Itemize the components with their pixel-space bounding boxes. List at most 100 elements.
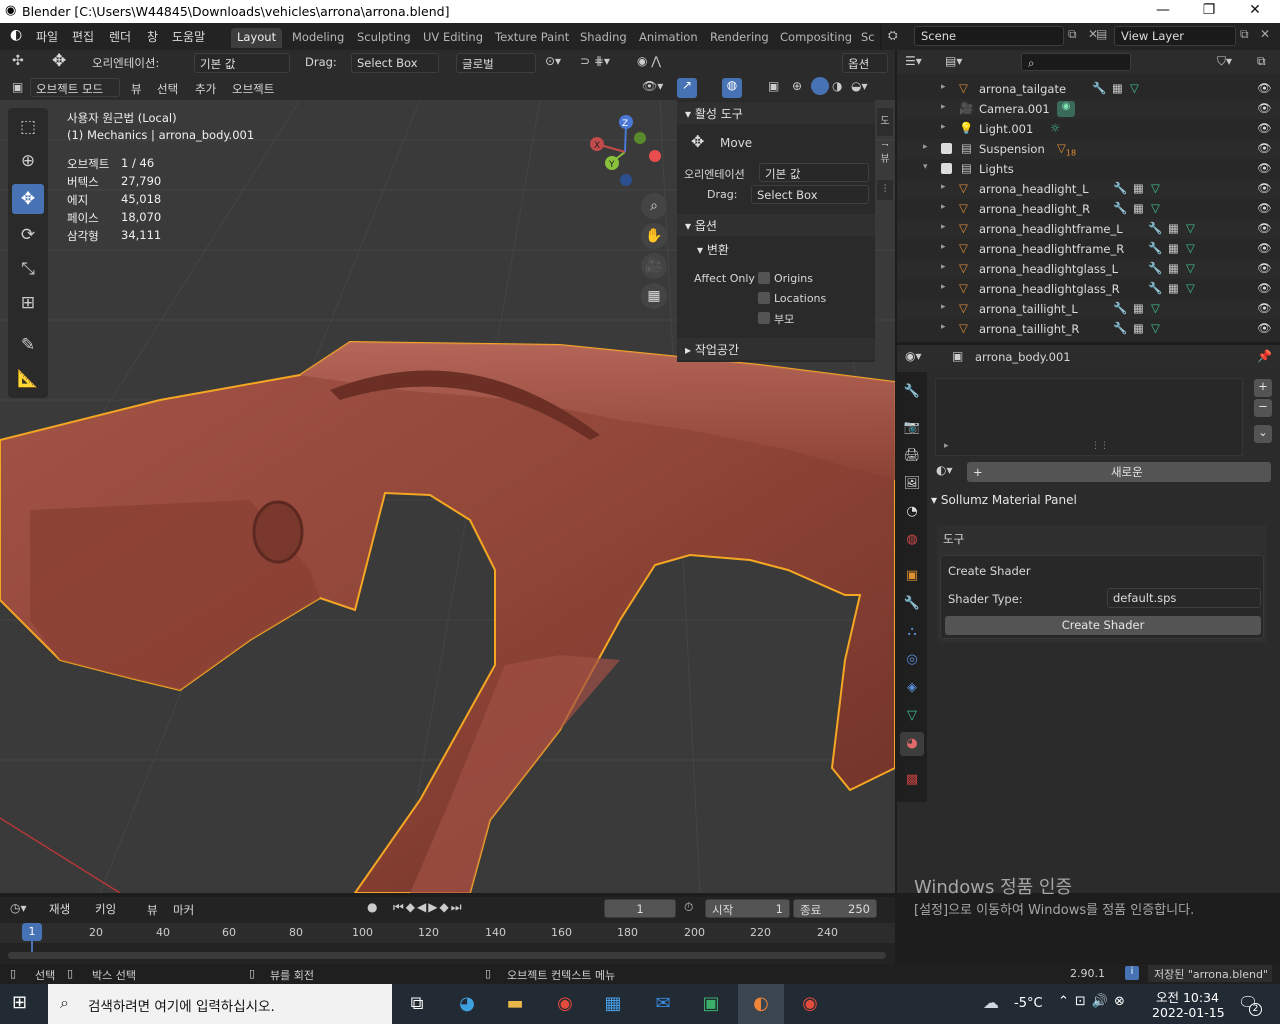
zoom-icon[interactable]: ⌕ — [641, 193, 667, 219]
tab-sculpting[interactable]: Sculpting — [351, 28, 417, 48]
orientation-dropdown[interactable]: 기본 값 — [759, 163, 869, 182]
taskbar-search[interactable]: ⌕ 검색하려면 여기에 입력하십시오. — [48, 984, 392, 1024]
particles-icon[interactable]: ⛬ — [900, 620, 924, 644]
outliner-item-name[interactable]: arrona_taillight_L — [979, 302, 1078, 316]
expand-icon[interactable]: ▸ — [941, 302, 946, 312]
overlay-toggle-icon[interactable]: ◍ — [722, 78, 742, 98]
close-button[interactable]: ✕ — [1240, 2, 1270, 18]
measure-icon[interactable]: 📐 — [12, 364, 44, 394]
timeline-ruler[interactable]: 1 20 40 60 80 100 120 140 160 180 200 22… — [0, 923, 895, 955]
transform-icon[interactable]: ⊞ — [12, 288, 44, 318]
task-view-icon[interactable]: ⧉ — [402, 990, 432, 1018]
scene-field[interactable]: Scene — [914, 26, 1064, 46]
add-slot-button[interactable]: + — [1254, 379, 1272, 397]
clock-time[interactable]: 오전 10:34 — [1156, 987, 1219, 1006]
properties-type-icon[interactable]: ◉▾ — [905, 349, 922, 363]
outliner-row[interactable]: ▸ ▽ arrona_headlightframe_L 🔧 ▦ ▽ 👁 — [897, 219, 1280, 239]
mesh-data-icon[interactable]: ▽ — [1151, 301, 1160, 315]
expand-icon[interactable]: ▸ — [941, 262, 946, 272]
outliner-row[interactable]: ▸ 💡 Light.001 ☼ 👁 — [897, 119, 1280, 139]
gizmo-neg-z-icon[interactable] — [620, 174, 632, 186]
options-dropdown[interactable]: 옵션 — [842, 53, 888, 73]
cursor-icon[interactable]: ⊕ — [12, 146, 44, 176]
app-icon[interactable]: ▣ — [696, 990, 726, 1018]
shading-wire-icon[interactable]: ⊕ — [792, 79, 802, 93]
tab-compositing[interactable]: Compositing — [774, 28, 858, 48]
outliner-item-name[interactable]: arrona_headlightglass_R — [979, 282, 1120, 296]
tray-icons[interactable]: ⌃⊡🔊⊗ — [1058, 994, 1131, 1009]
outliner-search-input[interactable]: ⌕ — [1021, 53, 1131, 71]
menu-edit[interactable]: 편집 — [72, 28, 94, 45]
visibility-eye-icon[interactable]: 👁 — [1257, 301, 1272, 315]
outliner-item-name[interactable]: arrona_tailgate — [979, 82, 1066, 96]
view-menu[interactable]: 뷰 — [147, 902, 158, 918]
visibility-eye-icon[interactable]: 👁 — [1257, 161, 1272, 175]
vertex-groups-icon[interactable]: ▦ — [1168, 261, 1179, 275]
shading-solid-icon[interactable] — [811, 77, 829, 95]
expand-icon[interactable]: ▸ — [941, 322, 946, 332]
outliner-item-name[interactable]: arrona_taillight_R — [979, 322, 1079, 336]
info-icon[interactable]: i — [1125, 966, 1139, 980]
display-mode-icon[interactable]: ▤▾ — [945, 54, 962, 68]
xray-icon[interactable]: ▣ — [768, 79, 779, 93]
visibility-icon[interactable]: 👁▾ — [642, 79, 663, 93]
outliner-row[interactable]: ▸ ▽ arrona_headlight_L 🔧 ▦ ▽ 👁 — [897, 179, 1280, 199]
object-props-icon[interactable]: ▣ — [900, 564, 924, 588]
remove-layer-icon[interactable]: ✕ — [1260, 27, 1270, 41]
outliner-row[interactable]: ▸ ▽ arrona_taillight_R 🔧 ▦ ▽ 👁 — [897, 319, 1280, 339]
collection-checkbox[interactable] — [941, 163, 952, 174]
data-icon[interactable]: ▽ — [900, 704, 924, 728]
outliner-item-name[interactable]: Lights — [979, 162, 1014, 176]
options-header[interactable]: ▾ 옵션 — [677, 214, 875, 236]
tab-uv-editing[interactable]: UV Editing — [417, 28, 489, 48]
outliner-row[interactable]: ▾ ▤ Lights 👁 — [897, 159, 1280, 179]
annotate-icon[interactable]: ✎ — [12, 330, 44, 360]
mesh-data-icon[interactable]: ▽ — [1151, 321, 1160, 335]
pin-icon[interactable]: 📌 — [1257, 349, 1272, 363]
texture-icon[interactable]: ▩ — [900, 768, 924, 792]
outliner-item-name[interactable]: Camera.001 — [979, 102, 1050, 116]
visibility-eye-icon[interactable]: 👁 — [1257, 181, 1272, 195]
vertex-groups-icon[interactable]: ▦ — [1133, 301, 1144, 315]
outliner-item-name[interactable]: arrona_headlight_L — [979, 182, 1089, 196]
visibility-eye-icon[interactable]: 👁 — [1257, 281, 1272, 295]
mesh-data-icon[interactable]: ▽ — [1186, 281, 1195, 295]
vertex-groups-icon[interactable]: ▦ — [1168, 281, 1179, 295]
maximize-button[interactable]: ❐ — [1194, 2, 1224, 18]
menu-render[interactable]: 렌더 — [109, 28, 131, 45]
modifier-icon[interactable]: 🔧 — [1113, 201, 1127, 215]
light-data-icon[interactable]: ☼ — [1050, 121, 1060, 135]
visibility-eye-icon[interactable]: 👁 — [1257, 121, 1272, 135]
weather-temp[interactable]: -5°C — [1014, 996, 1043, 1011]
marker-menu[interactable]: 마커 — [173, 902, 194, 918]
material-browse-icon[interactable]: ◐▾ — [936, 463, 953, 477]
tool-settings-icon[interactable]: 🔧 — [900, 380, 924, 404]
remove-slot-button[interactable]: − — [1254, 399, 1272, 417]
vertex-groups-icon[interactable]: ▦ — [1168, 221, 1179, 235]
vertex-groups-icon[interactable]: ▦ — [1133, 321, 1144, 335]
expand-icon[interactable]: ▸ — [923, 142, 928, 152]
modifier-icon[interactable]: 🔧 — [1148, 241, 1162, 255]
weather-icon[interactable]: ☁ — [983, 993, 999, 1012]
menu-object[interactable]: 오브젝트 — [232, 81, 274, 97]
tab-modeling[interactable]: Modeling — [286, 28, 350, 48]
modifier-icon[interactable]: 🔧 — [1113, 181, 1127, 195]
playhead[interactable]: 1 — [22, 923, 42, 941]
visibility-eye-icon[interactable]: 👁 — [1257, 81, 1272, 95]
chrome-icon[interactable]: ◉ — [550, 990, 580, 1018]
output-icon[interactable]: 🖨 — [900, 444, 924, 468]
modifier-icon[interactable]: 🔧 — [1148, 261, 1162, 275]
modifier-icon[interactable]: 🔧 — [1092, 81, 1106, 95]
world-icon[interactable]: ◍ — [900, 528, 924, 552]
minimize-button[interactable]: — — [1148, 2, 1178, 18]
vertex-groups-icon[interactable]: ▦ — [1133, 201, 1144, 215]
active-tool-header[interactable]: ▾ 활성 도구 — [677, 102, 875, 124]
pan-icon[interactable]: ✋ — [641, 223, 667, 249]
store-icon[interactable]: ▦ — [598, 990, 628, 1018]
chrome-icon-2[interactable]: ◉ — [795, 990, 825, 1018]
start-frame-field[interactable]: 시작 1 — [705, 899, 790, 918]
visibility-eye-icon[interactable]: 👁 — [1257, 261, 1272, 275]
modifier-icon[interactable]: 🔧 — [1148, 281, 1162, 295]
expand-icon[interactable]: ▸ — [941, 102, 946, 112]
resize-handle-icon[interactable]: ⋮⋮ — [1091, 441, 1109, 451]
